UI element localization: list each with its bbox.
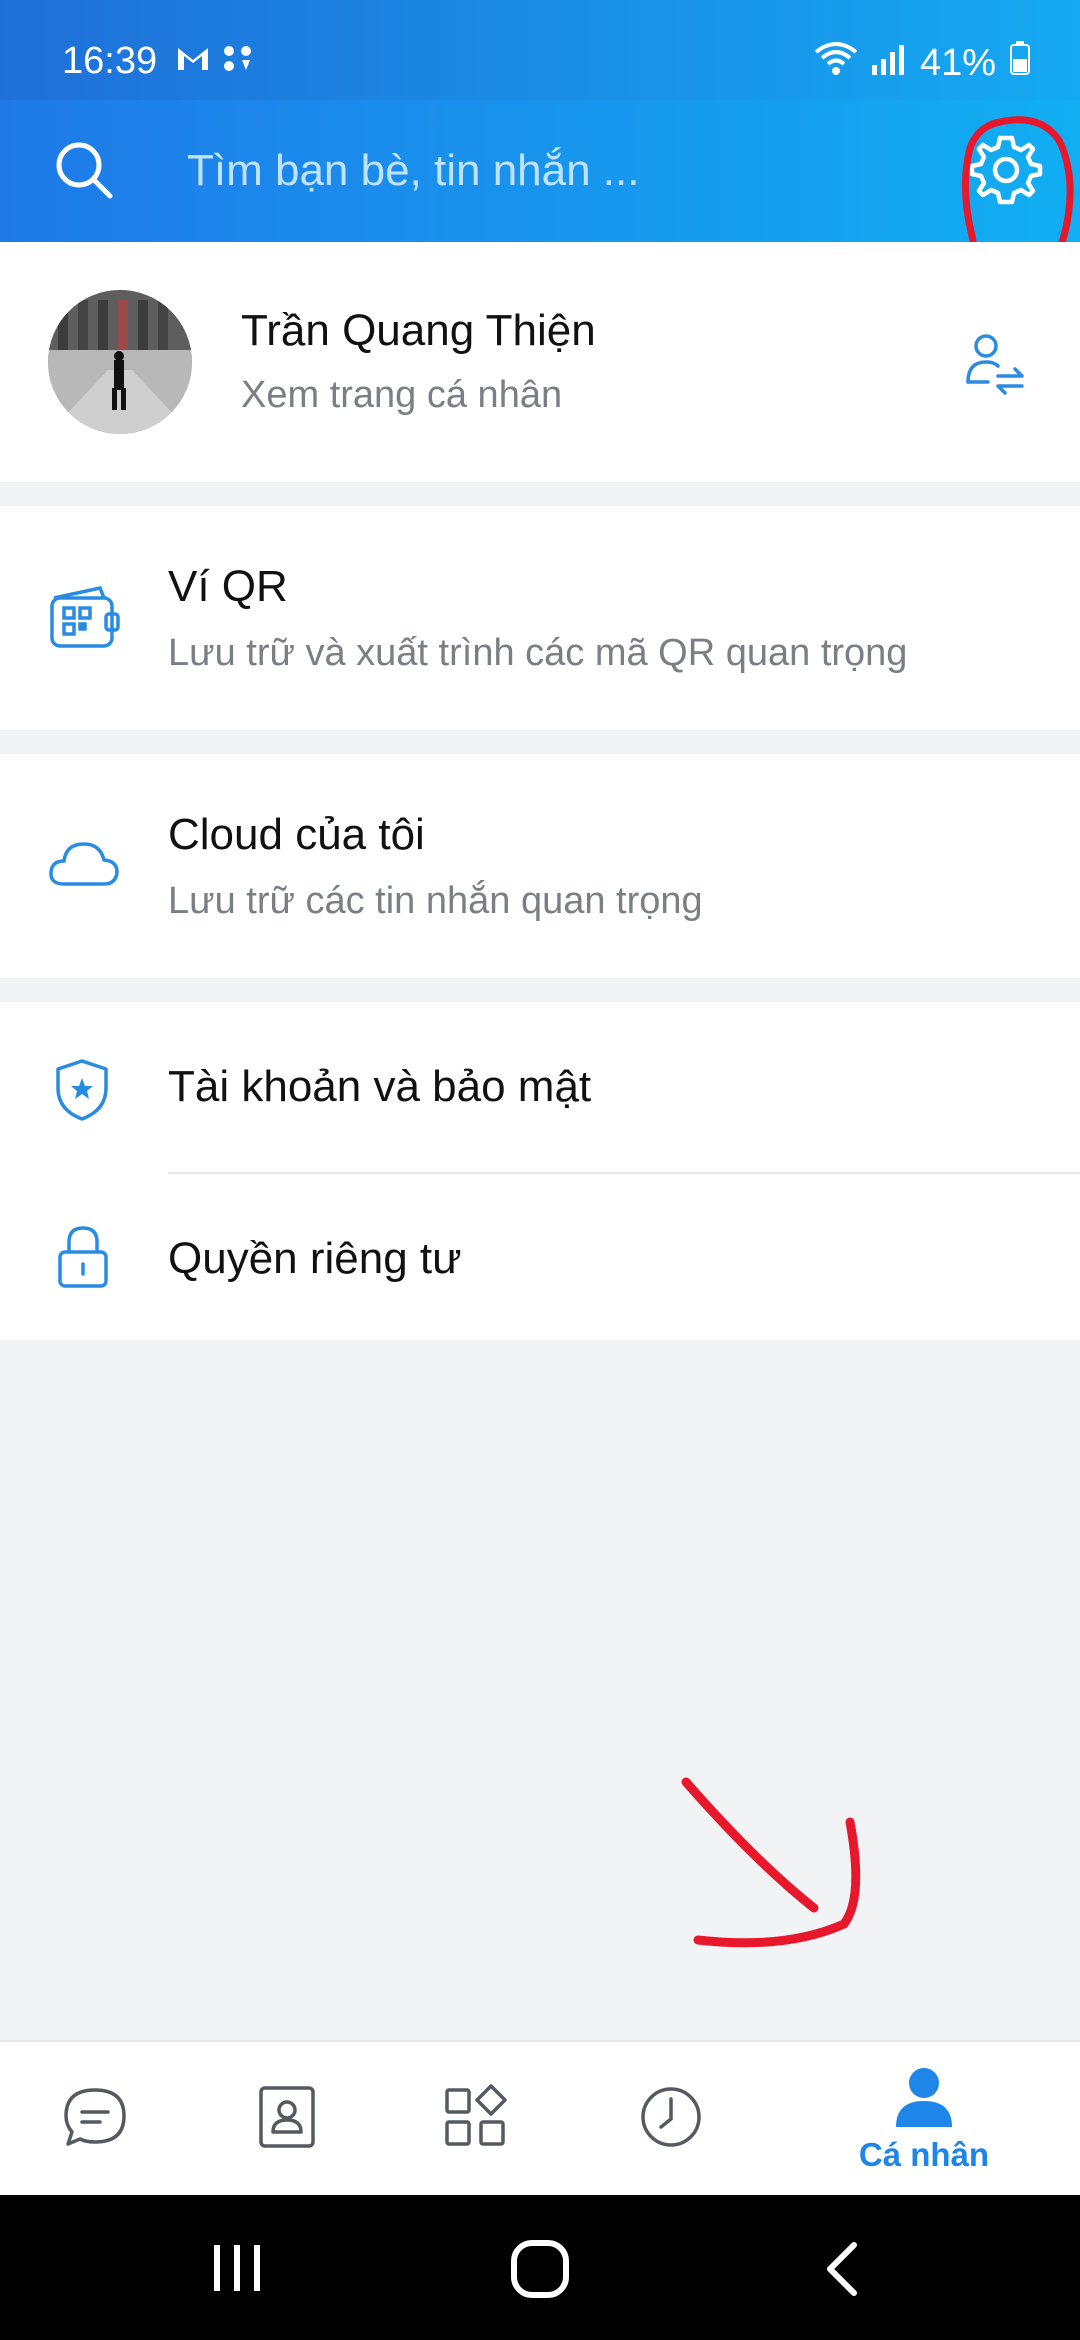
menu-item-qr-wallet[interactable]: Ví QR Lưu trữ và xuất trình các mã QR qu…	[0, 506, 1080, 730]
discover-icon	[443, 2084, 511, 2155]
battery-icon	[1010, 41, 1030, 85]
menu-title: Quyền riêng tư	[168, 1234, 462, 1283]
search-input[interactable]	[185, 140, 909, 202]
contacts-icon	[257, 2084, 317, 2155]
gmail-icon	[176, 44, 210, 77]
profile-icon	[894, 2065, 954, 2134]
annotation-arrow	[676, 1772, 886, 1977]
lock-icon	[56, 1224, 110, 1295]
recent-apps-icon[interactable]	[210, 2241, 264, 2300]
avatar[interactable]	[48, 290, 192, 434]
top-bar	[0, 100, 1080, 242]
system-navigation-bar	[0, 2195, 1080, 2340]
qr-wallet-icon	[48, 584, 122, 655]
settings-group: Tài khoản và bảo mật Quyền riêng tư	[0, 1002, 1080, 1340]
wifi-icon	[814, 40, 858, 86]
menu-title: Tài khoản và bảo mật	[168, 1062, 592, 1111]
menu-subtitle: Lưu trữ các tin nhắn quan trọng	[168, 880, 703, 922]
bottom-navigation: Cá nhân	[0, 2040, 1080, 2197]
shield-icon	[54, 1058, 110, 1127]
menu-item-privacy[interactable]: Quyền riêng tư	[0, 1174, 1080, 1340]
home-icon[interactable]	[508, 2237, 572, 2306]
profile-card[interactable]: Trần Quang Thiện Xem trang cá nhân	[0, 242, 1080, 482]
nav-timeline[interactable]	[586, 2042, 756, 2197]
nav-label-profile: Cá nhân	[858, 2136, 990, 2173]
search-icon[interactable]	[52, 138, 116, 207]
messages-icon	[60, 2084, 130, 2155]
profile-view-link[interactable]: Xem trang cá nhân	[241, 374, 562, 417]
notification-icon	[222, 44, 254, 79]
menu-item-cloud[interactable]: Cloud của tôi Lưu trữ các tin nhắn quan …	[0, 754, 1080, 978]
menu-title: Cloud của tôi	[168, 810, 425, 859]
status-time: 16:39	[62, 40, 158, 82]
nav-discover[interactable]	[392, 2042, 562, 2197]
back-icon[interactable]	[822, 2239, 862, 2304]
battery-percent: 41%	[919, 41, 996, 84]
timeline-icon	[639, 2085, 703, 2154]
switch-account-icon[interactable]	[962, 332, 1028, 403]
profile-name: Trần Quang Thiện	[241, 306, 596, 355]
nav-messages[interactable]	[10, 2042, 180, 2197]
status-bar: 16:39 41%	[0, 0, 1080, 100]
nav-contacts[interactable]	[202, 2042, 372, 2197]
signal-icon	[871, 42, 906, 85]
nav-profile[interactable]: Cá nhân	[838, 2042, 1010, 2197]
cloud-icon	[48, 838, 120, 895]
menu-item-account-security[interactable]: Tài khoản và bảo mật	[0, 1002, 1080, 1172]
menu-title: Ví QR	[168, 562, 288, 611]
menu-subtitle: Lưu trữ và xuất trình các mã QR quan trọ…	[168, 632, 908, 674]
